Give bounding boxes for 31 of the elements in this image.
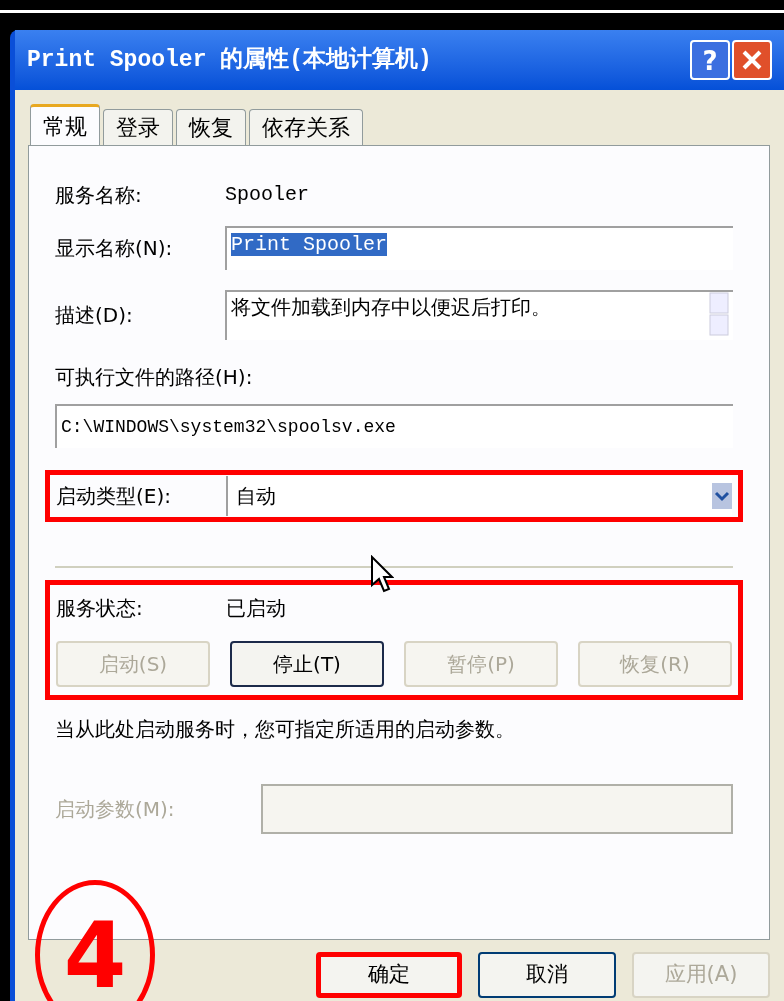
dialog-button[interactable]: 确定 — [316, 952, 462, 998]
cursor-icon — [370, 555, 394, 595]
window-title: Print Spooler 的属性(本地计算机) — [27, 45, 433, 75]
dialog-button[interactable]: 取消 — [478, 952, 616, 998]
field-label: 可执行文件的路径(H): — [55, 364, 254, 391]
start-parameters-field[interactable] — [261, 784, 733, 834]
tab[interactable]: 恢复 — [176, 109, 246, 145]
field-label: 显示名称(N): — [55, 235, 174, 262]
display-name-value: Print Spooler — [231, 233, 388, 256]
service-name: Spooler — [225, 182, 309, 208]
service-status: 已启动 — [226, 595, 286, 622]
path-field[interactable]: C:\WINDOWS\system32\spoolsv.exe — [55, 404, 733, 448]
display-name-field[interactable]: Print Spooler — [225, 226, 733, 270]
tab[interactable]: 常规 — [30, 104, 100, 146]
scrollbar-icon[interactable] — [709, 292, 729, 336]
help-button[interactable]: ? — [690, 40, 730, 80]
field-label: 服务名称: — [55, 182, 143, 209]
tab[interactable]: 依存关系 — [249, 109, 363, 145]
service-button[interactable]: 停止(T) — [230, 641, 384, 687]
tab[interactable]: 登录 — [103, 109, 173, 145]
field-label: 描述(D): — [55, 302, 134, 329]
chevron-down-icon — [712, 483, 732, 509]
hint-text: 当从此处启动服务时，您可指定所适用的启动参数。 — [55, 716, 516, 743]
field-label: 启动类型(E): — [56, 483, 172, 510]
description-field[interactable]: 将文件加载到内存中以便迟后打印。 — [225, 290, 733, 340]
field-label: 服务状态: — [56, 595, 144, 622]
close-button[interactable] — [732, 40, 772, 80]
step-marker: 4 — [35, 880, 155, 1001]
close-icon — [740, 48, 764, 72]
field-label: 启动参数(M): — [55, 796, 176, 823]
startup-type-dropdown[interactable]: 自动 — [226, 476, 732, 516]
